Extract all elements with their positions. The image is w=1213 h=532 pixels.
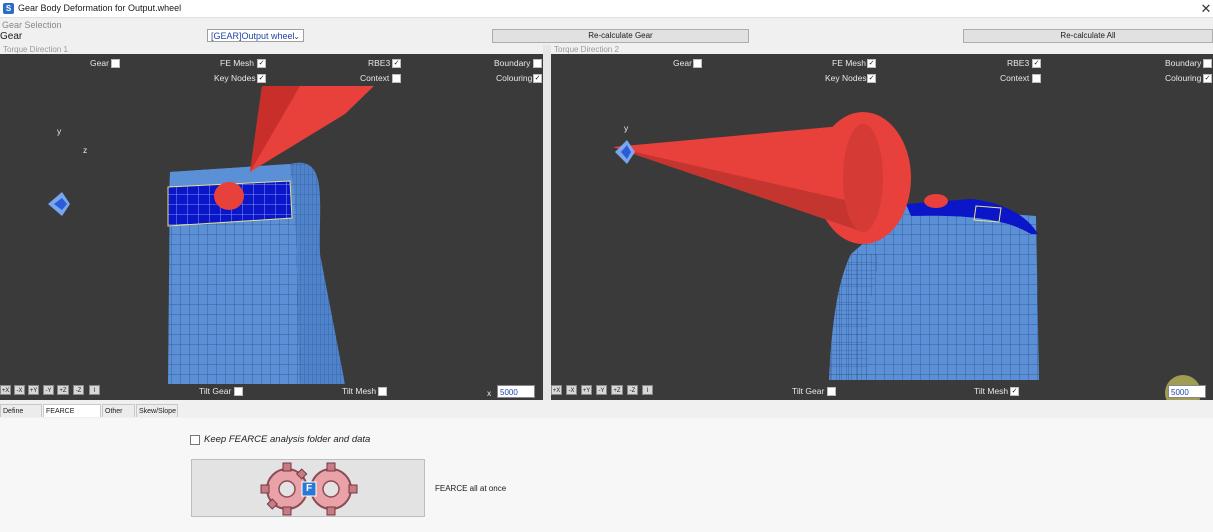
view-minus-z-button[interactable]: -Z [73,385,84,395]
view-minus-x-button-2[interactable]: -X [566,385,577,395]
vp1-tilt-gear-checkbox[interactable] [234,387,243,396]
vp1-fe-mesh-label: FE Mesh [220,58,255,68]
vp1-gear-label: Gear [90,58,109,68]
fearce-all-at-once-button[interactable]: F [191,459,425,517]
vp1-key-nodes-label: Key Nodes [214,73,256,83]
vp2-tilt-mesh-checkbox[interactable]: ✓ [1010,387,1019,396]
title-bar [0,0,1213,18]
axis-triad-1 [48,192,70,216]
vp2-rbe3-checkbox[interactable]: ✓ [1032,59,1041,68]
vp1-colouring-label: Colouring [496,73,533,83]
tab-define-mesh[interactable]: Define Mesh [0,404,42,428]
vp2-colouring-label: Colouring [1165,73,1202,83]
vp2-tilt-gear-checkbox[interactable] [827,387,836,396]
vp1-key-nodes-checkbox[interactable]: ✓ [257,74,266,83]
vp1-tilt-gear-label: Tilt Gear [199,386,232,396]
y-axis-label-1: y [57,126,62,136]
view-plus-x-button[interactable]: +X [0,385,11,395]
view-minus-y-button-2[interactable]: -Y [596,385,607,395]
view-minus-z-button-2[interactable]: -Z [627,385,638,395]
vp2-tilt-gear-label: Tilt Gear [792,386,825,396]
tab-other-fe[interactable]: Other FE [102,404,135,428]
view-plus-x-button-2[interactable]: +X [551,385,562,395]
vp1-rbe3-checkbox[interactable]: ✓ [392,59,401,68]
vp2-rbe3-label: RBE3 [1007,58,1030,68]
tab-skew-slope[interactable]: Skew/Slope [136,404,178,417]
vp2-gear-checkbox[interactable] [693,59,702,68]
vp1-scale-input[interactable]: 5000 [497,385,535,398]
vp2-gear-label: Gear [673,58,692,68]
y-axis-label-2: y [624,123,629,133]
fe-mesh-render-1 [48,86,374,384]
vp1-rbe3-label: RBE3 [368,58,391,68]
load-node-1 [214,182,244,210]
vp2-colouring-checkbox[interactable]: ✓ [1203,74,1212,83]
fe-mesh-render-2 [613,112,1201,400]
vp1-colouring-checkbox[interactable]: ✓ [533,74,542,83]
recalculate-gear-button[interactable]: Re-calculate Gear [492,29,749,43]
viewport2-caption: Torque Direction 2 [554,45,619,54]
vp1-fe-mesh-checkbox[interactable]: ✓ [257,59,266,68]
axis-triad-2 [615,140,635,164]
vp1-scale-x-label: x [487,388,492,398]
keep-fearce-folder-label: Keep FEARCE analysis folder and data [204,434,371,445]
keep-fearce-folder-checkbox[interactable] [190,435,200,445]
view-minus-y-button[interactable]: -Y [43,385,54,395]
gear-selection-section-label: Gear Selection [2,20,62,30]
viewport1-caption: Torque Direction 1 [3,45,68,54]
viewport-torque-direction-1[interactable]: y z Gear FE Mesh ✓ RBE3 ✓ Boundary Key N… [0,54,543,400]
view-minus-x-button[interactable]: -X [14,385,25,395]
vp1-context-label: Context [360,73,390,83]
vp1-tilt-mesh-label: Tilt Mesh [342,386,377,396]
vp2-key-nodes-checkbox[interactable]: ✓ [867,74,876,83]
view-isometric-button[interactable]: I [89,385,100,395]
app-icon: S [3,3,14,14]
vp2-boundary-label: Boundary [1165,58,1202,68]
vp2-context-checkbox[interactable] [1032,74,1041,83]
vp1-boundary-checkbox[interactable] [533,59,542,68]
gear-label: Gear [0,31,23,42]
vp2-fe-mesh-checkbox[interactable]: ✓ [867,59,876,68]
view-plus-y-button-2[interactable]: +Y [581,385,592,395]
viewport-torque-direction-2[interactable]: y Gear FE Mesh ✓ RBE3 ✓ Boundary Key Nod… [551,54,1213,400]
close-icon[interactable]: ✕ [1199,0,1213,17]
vp1-tilt-mesh-checkbox[interactable] [378,387,387,396]
vp2-context-label: Context [1000,73,1030,83]
vp1-gear-checkbox[interactable] [111,59,120,68]
recalculate-all-button[interactable]: Re-calculate All [963,29,1213,43]
vp1-context-checkbox[interactable] [392,74,401,83]
z-axis-label-1: z [83,145,88,155]
view-plus-y-button[interactable]: +Y [28,385,39,395]
fearce-all-at-once-label: FEARCE all at once [435,484,507,493]
view-plus-z-button[interactable]: +Z [57,385,69,395]
vp2-key-nodes-label: Key Nodes [825,73,867,83]
vp1-boundary-label: Boundary [494,58,531,68]
tab-fearce-analysis[interactable]: FEARCE Analysis [43,404,101,428]
gear-dropdown-value: [GEAR]Output wheel [211,31,295,41]
vp2-tilt-mesh-label: Tilt Mesh [974,386,1009,396]
gear-dropdown[interactable]: [GEAR]Output wheel ⌄ [207,29,304,42]
window-title: Gear Body Deformation for Output.wheel [18,3,182,13]
vp2-scale-input[interactable]: 5000 [1168,385,1206,398]
vp2-fe-mesh-label: FE Mesh [832,58,867,68]
view-isometric-button-2[interactable]: I [642,385,653,395]
vp2-boundary-checkbox[interactable] [1203,59,1212,68]
fearce-logo-letter: F [305,483,313,494]
fearce-analysis-panel [0,418,1213,532]
view-plus-z-button-2[interactable]: +Z [611,385,623,395]
chevron-down-icon: ⌄ [293,32,300,41]
analysis-tabs: Define Mesh FEARCE Analysis Other FE Ske… [0,404,1213,428]
viewport-splitter[interactable] [543,45,551,400]
